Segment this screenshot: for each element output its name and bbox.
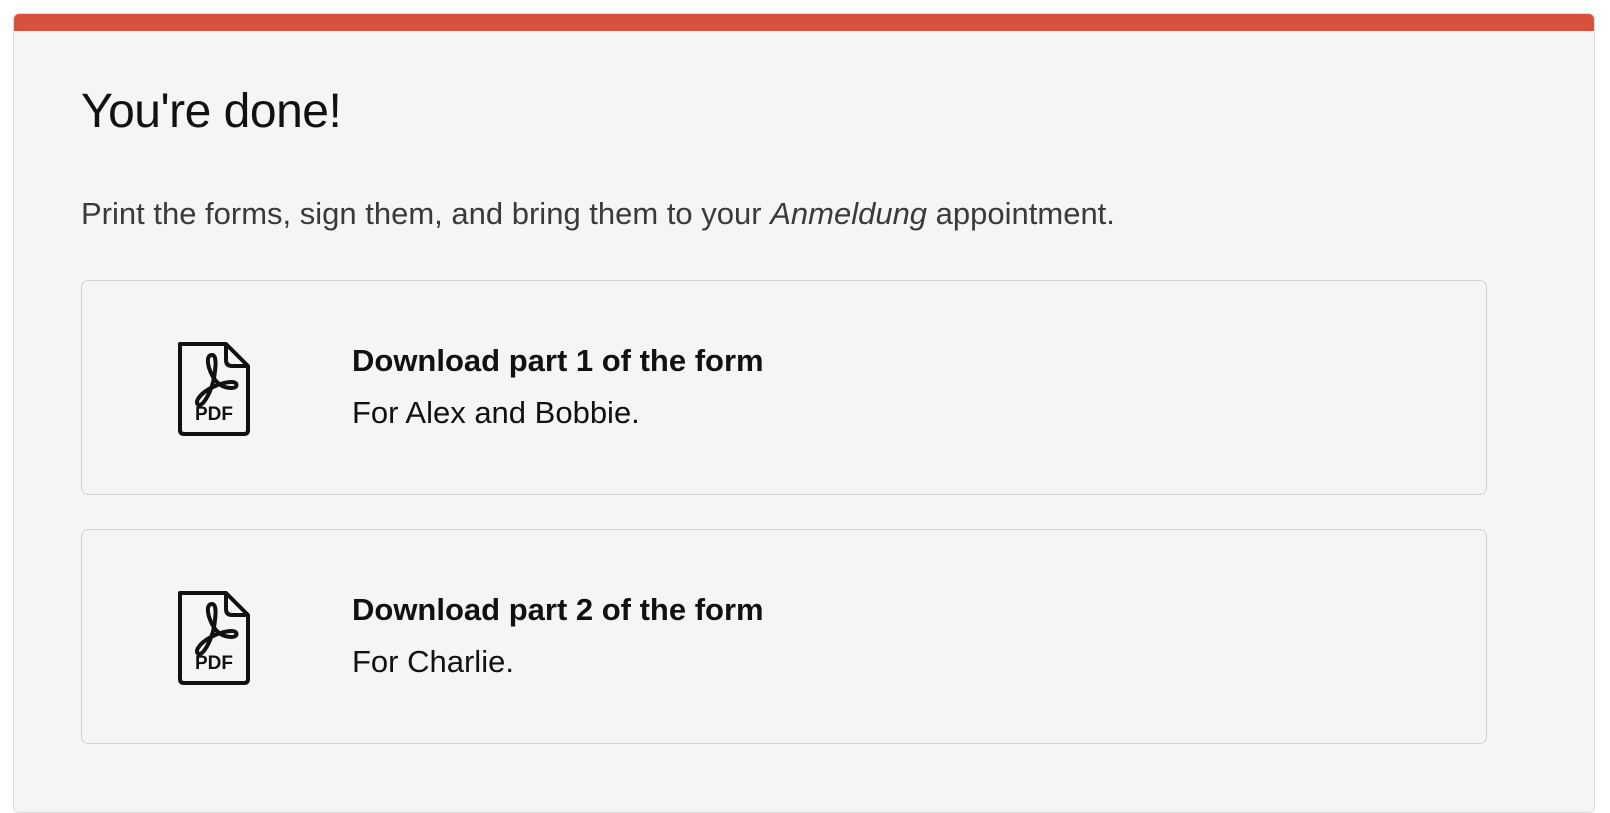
result-panel: You're done! Print the forms, sign them,… [13,13,1595,813]
instructions-text-emphasis: Anmeldung [770,196,928,231]
download-part-1-description: For Alex and Bobbie. [352,395,640,430]
instructions-text: Print the forms, sign them, and bring th… [81,194,1115,234]
instructions-text-start: Print the forms, sign them, and bring th… [81,196,771,231]
pdf-file-icon: PDF [178,342,250,436]
download-part-1-card[interactable]: PDF Download part 1 of the form For Alex… [81,280,1487,495]
pdf-file-icon: PDF [178,591,250,685]
download-part-1-title[interactable]: Download part 1 of the form [352,341,764,381]
download-part-2-card[interactable]: PDF Download part 2 of the form For Char… [81,529,1487,744]
accent-bar [14,14,1594,31]
download-part-2-description: For Charlie. [352,644,514,679]
download-part-2-title[interactable]: Download part 2 of the form [352,590,764,630]
instructions-text-end: appointment. [927,196,1115,231]
pdf-icon-label: PDF [195,653,233,674]
pdf-icon-label: PDF [195,404,233,425]
page-title: You're done! [81,85,342,138]
